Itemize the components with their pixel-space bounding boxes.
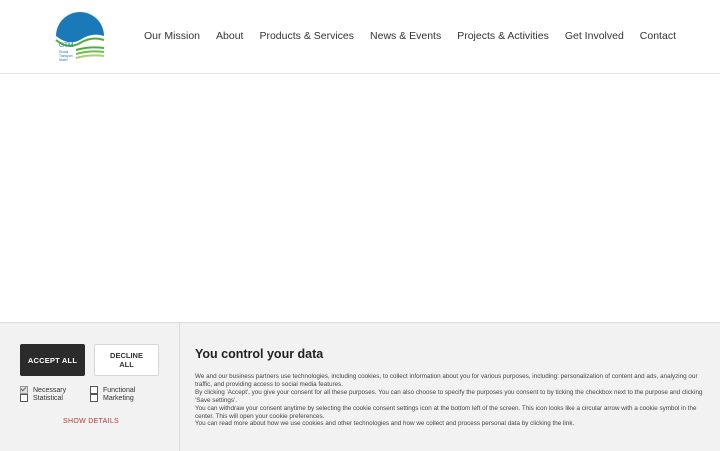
nav-about[interactable]: About [216, 30, 243, 42]
checkbox-statistical[interactable]: Statistical [20, 394, 63, 402]
nav-get-involved[interactable]: Get Involved [565, 30, 624, 42]
consent-paragraph: You can read more about how we use cooki… [195, 420, 575, 428]
nav-news-events[interactable]: News & Events [370, 30, 441, 42]
checkbox-unchecked-icon[interactable] [90, 394, 98, 402]
consent-paragraph: You can withdraw your consent anytime by… [195, 404, 697, 420]
checkbox-functional[interactable]: Functional [90, 386, 135, 394]
checkbox-label-statistical: Statistical [33, 394, 63, 402]
nav-projects-activities[interactable]: Projects & Activities [457, 30, 549, 42]
cookie-consent-banner: ACCEPT ALL DECLINE ALL Necessary Functio… [0, 322, 720, 451]
checkbox-label-functional: Functional [103, 386, 136, 394]
checkbox-marketing[interactable]: Marketing [90, 394, 134, 402]
svg-text:Model: Model [59, 58, 68, 62]
checkbox-unchecked-icon[interactable] [90, 386, 98, 394]
decline-all-label: DECLINE ALL [110, 351, 143, 369]
gtm-logo[interactable]: GTM Global Transport Model [54, 10, 106, 64]
show-details-link[interactable]: SHOW DETAILS [63, 418, 119, 425]
checkbox-label-necessary: Necessary [33, 386, 67, 394]
decline-all-button[interactable]: DECLINE ALL [94, 344, 159, 376]
consent-actions-panel: ACCEPT ALL DECLINE ALL Necessary Functio… [0, 323, 180, 451]
consent-title: You control your data [195, 347, 324, 361]
nav-products-services[interactable]: Products & Services [259, 30, 354, 42]
checkbox-unchecked-icon[interactable] [20, 394, 28, 402]
checkbox-necessary[interactable]: Necessary [20, 386, 66, 394]
consent-description: We and our business partners use technol… [195, 373, 705, 428]
consent-paragraph: We and our business partners use technol… [195, 373, 698, 388]
consent-paragraph: By clicking 'Accept', you give your cons… [195, 388, 703, 404]
logo-text: GTM [59, 42, 73, 49]
nav-our-mission[interactable]: Our Mission [144, 30, 200, 42]
site-header: GTM Global Transport Model Our Mission A… [0, 0, 720, 74]
checkbox-label-marketing: Marketing [103, 394, 134, 402]
accept-all-button[interactable]: ACCEPT ALL [20, 344, 85, 376]
nav-contact[interactable]: Contact [640, 30, 676, 42]
checkbox-checked-icon[interactable] [20, 386, 28, 394]
main-nav: Our Mission About Products & Services Ne… [144, 30, 676, 42]
